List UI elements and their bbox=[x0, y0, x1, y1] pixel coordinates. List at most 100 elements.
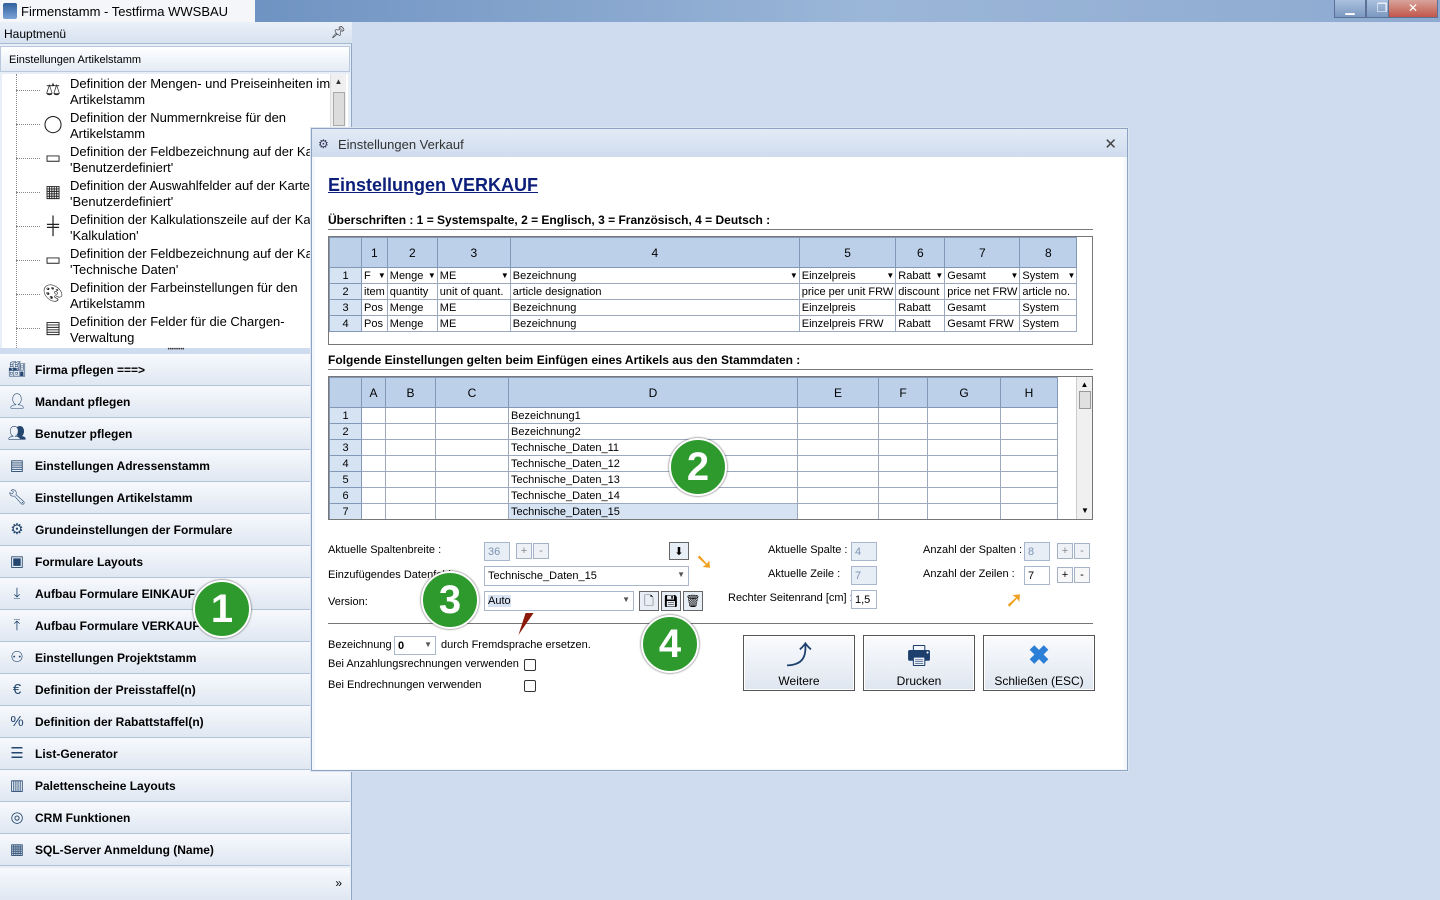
row-header[interactable]: 7 bbox=[329, 503, 362, 519]
nav-einkauf[interactable]: ⤓ Aufbau Formulare EINKAUF bbox=[0, 578, 350, 610]
tree-item-calculation[interactable]: ╪ Definition der Kalkulationszeile auf d… bbox=[2, 210, 332, 244]
num-rows-plus-button[interactable]: + bbox=[1057, 567, 1073, 583]
datafield-select[interactable]: Technische_Daten_15 ▼ bbox=[484, 566, 689, 586]
grid-cell-selected[interactable]: Technische_Daten_15 bbox=[508, 503, 798, 519]
column-header[interactable]: C bbox=[435, 377, 509, 408]
grid-cell[interactable]: Technische_Daten_12 bbox=[508, 455, 798, 472]
grid-cell[interactable]: Einzelpreis FRW bbox=[798, 315, 897, 332]
row-header[interactable]: 6 bbox=[329, 487, 362, 504]
nav-palettenscheine[interactable]: ▥ Palettenscheine Layouts bbox=[0, 770, 350, 802]
grid-cell[interactable] bbox=[385, 487, 436, 504]
column-header[interactable]: F bbox=[878, 377, 928, 408]
column-header[interactable]: 1 bbox=[361, 237, 388, 268]
grid-cell[interactable]: Bezeichnung bbox=[509, 315, 800, 332]
save-version-button[interactable]: 💾︎ bbox=[661, 591, 681, 611]
num-cols-plus-button[interactable]: + bbox=[1057, 543, 1073, 559]
grid-cell[interactable] bbox=[1000, 423, 1058, 440]
grid-cell[interactable] bbox=[385, 439, 436, 456]
grid-cell[interactable]: article no. bbox=[1019, 283, 1078, 300]
tree-item-select-fields[interactable]: ▦ Definition der Auswahlfelder auf der K… bbox=[2, 176, 332, 210]
anzahlung-checkbox[interactable] bbox=[524, 659, 536, 671]
nav-crm[interactable]: ◎ CRM Funktionen bbox=[0, 802, 350, 834]
grid-dropdown[interactable]: F ▼ bbox=[361, 267, 388, 284]
col-width-field[interactable]: 36 bbox=[484, 542, 510, 561]
tree-item-batch[interactable]: ▤ Definition der Felder für die Chargen-… bbox=[2, 312, 332, 346]
grid-cell[interactable] bbox=[435, 503, 509, 519]
grid-cell[interactable] bbox=[927, 471, 1001, 488]
weitere-button[interactable]: ⤴ Weitere bbox=[743, 635, 855, 691]
grid-cell[interactable] bbox=[385, 423, 436, 440]
version-select[interactable]: Auto ▼ bbox=[484, 591, 634, 611]
grid-cell[interactable] bbox=[361, 455, 386, 472]
row-header[interactable]: 4 bbox=[329, 315, 362, 332]
minimize-button[interactable]: ▁ bbox=[1334, 0, 1366, 18]
nav-grundeinstellungen[interactable]: ⚙ Grundeinstellungen der Formulare bbox=[0, 514, 350, 546]
nav-firma[interactable]: 🏭︎ Firma pflegen ===> bbox=[0, 354, 350, 386]
grid-dropdown[interactable]: Bezeichnung ▼ bbox=[509, 267, 800, 284]
grid-cell[interactable]: quantity bbox=[386, 283, 438, 300]
nav-benutzer[interactable]: 👥︎ Benutzer pflegen bbox=[0, 418, 350, 450]
grid-cell[interactable]: Rabatt bbox=[895, 299, 946, 316]
nav-projektstamm[interactable]: ⚇ Einstellungen Projektstamm bbox=[0, 642, 350, 674]
grid-cell[interactable]: Bezeichnung1 bbox=[508, 407, 798, 424]
grid-cell[interactable] bbox=[361, 487, 386, 504]
grid-cell[interactable]: ME bbox=[436, 315, 511, 332]
chevron-down-icon[interactable]: » bbox=[335, 876, 342, 890]
column-header[interactable]: 8 bbox=[1019, 237, 1078, 268]
grid-dropdown[interactable]: Gesamt ▼ bbox=[944, 267, 1021, 284]
endrechnung-checkbox[interactable] bbox=[524, 680, 536, 692]
grid-cell[interactable] bbox=[797, 439, 879, 456]
tree-item-number-ranges[interactable]: ◯ Definition der Nummernkreise für den A… bbox=[2, 108, 332, 142]
grid-cell[interactable] bbox=[878, 407, 928, 424]
col-width-plus-button[interactable]: + bbox=[516, 543, 532, 559]
scroll-down-icon[interactable]: ▼ bbox=[1077, 503, 1092, 519]
grid-cell[interactable]: Pos bbox=[361, 299, 388, 316]
grid-cell[interactable]: Bezeichnung bbox=[509, 299, 800, 316]
grid-cell[interactable] bbox=[435, 423, 509, 440]
nav-formulare-layouts[interactable]: ▣ Formulare Layouts bbox=[0, 546, 350, 578]
scroll-thumb[interactable] bbox=[333, 92, 345, 126]
bez-select[interactable]: 0 ▼ bbox=[394, 636, 436, 655]
grid-cell[interactable] bbox=[878, 439, 928, 456]
row-header[interactable]: 2 bbox=[329, 283, 362, 300]
grid-cell[interactable] bbox=[1000, 407, 1058, 424]
grid-cell[interactable] bbox=[927, 407, 1001, 424]
grid-scrollbar[interactable]: ▲ ▼ bbox=[1076, 377, 1092, 519]
grid-cell[interactable] bbox=[435, 439, 509, 456]
num-rows-field[interactable]: 7 bbox=[1024, 566, 1050, 585]
num-cols-field[interactable]: 8 bbox=[1024, 542, 1050, 561]
grid-cell[interactable]: price net FRW bbox=[944, 283, 1021, 300]
grid-cell[interactable] bbox=[1000, 455, 1058, 472]
grid-cell[interactable] bbox=[435, 455, 509, 472]
grid-cell[interactable]: Einzelpreis bbox=[798, 299, 897, 316]
grid-cell[interactable]: Bezeichnung2 bbox=[508, 423, 798, 440]
delete-version-button[interactable]: 🗑︎ bbox=[683, 591, 703, 611]
grid-cell[interactable]: Menge bbox=[386, 315, 438, 332]
grid-dropdown[interactable]: Rabatt ▼ bbox=[895, 267, 946, 284]
close-button[interactable]: ✕ bbox=[1388, 0, 1438, 18]
nav-adressenstamm[interactable]: ▤ Einstellungen Adressenstamm bbox=[0, 450, 350, 482]
tree-item-units[interactable]: ⚖ Definition der Mengen- und Preiseinhei… bbox=[2, 74, 332, 108]
grid-cell[interactable] bbox=[435, 487, 509, 504]
column-header[interactable]: H bbox=[1000, 377, 1058, 408]
row-header[interactable]: 5 bbox=[329, 471, 362, 488]
column-header[interactable]: 5 bbox=[798, 237, 897, 268]
grid-cell[interactable] bbox=[1000, 487, 1058, 504]
cur-row-field[interactable]: 7 bbox=[851, 566, 877, 585]
column-header[interactable]: E bbox=[797, 377, 879, 408]
grid-cell[interactable] bbox=[1000, 439, 1058, 456]
nav-artikelstamm[interactable]: 🔧︎ Einstellungen Artikelstamm bbox=[0, 482, 350, 514]
grid-dropdown[interactable]: Einzelpreis ▼ bbox=[798, 267, 897, 284]
grid-cell[interactable] bbox=[385, 455, 436, 472]
row-header[interactable]: 4 bbox=[329, 455, 362, 472]
grid-cell[interactable] bbox=[797, 487, 879, 504]
column-header[interactable]: G bbox=[927, 377, 1001, 408]
grid-cell[interactable] bbox=[435, 407, 509, 424]
column-header[interactable]: 4 bbox=[509, 237, 800, 268]
grid-cell[interactable] bbox=[361, 439, 386, 456]
grid-cell[interactable] bbox=[878, 423, 928, 440]
grid-cell[interactable] bbox=[435, 471, 509, 488]
grid-cell[interactable] bbox=[385, 503, 436, 519]
grid-cell[interactable]: Menge bbox=[386, 299, 438, 316]
nav-verkauf[interactable]: ⤒ Aufbau Formulare VERKAUF bbox=[0, 610, 350, 642]
